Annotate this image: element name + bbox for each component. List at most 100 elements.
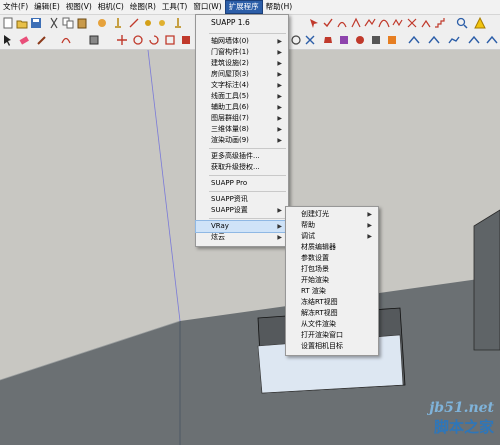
chevron-right-icon: ▶: [277, 71, 282, 78]
menu-item-suapp-pro[interactable]: SUAPP Pro: [196, 178, 288, 189]
zoom-icon[interactable]: [456, 17, 468, 29]
extensions-menu: SUAPP 1.6 轴网墙体(0) ▶ 门窗构件(1) ▶ 建筑设施(2) ▶ 房间屋…: [195, 14, 289, 247]
menu-tools[interactable]: 工具(T): [159, 0, 190, 14]
menu-item-axis-walls[interactable]: 轴网墙体(0) ▶: [196, 36, 288, 47]
menu-item-suapp-settings[interactable]: SUAPP设置 ▶: [196, 205, 288, 216]
menu-item-vray[interactable]: VRay ▶: [195, 220, 289, 233]
menu-separator: [209, 218, 286, 219]
material-icon[interactable]: [354, 34, 366, 46]
vray-rt-render[interactable]: RT 渲染: [286, 286, 378, 297]
chevron-right-icon: ▶: [277, 93, 282, 100]
arc-tool-icon[interactable]: [60, 34, 72, 46]
vray-unfreeze-rt-view[interactable]: 解冻RT视图: [286, 308, 378, 319]
menu-item-aux-tools[interactable]: 辅助工具(6) ▶: [196, 102, 288, 113]
menu-draw[interactable]: 绘图(R): [127, 0, 159, 14]
suapp-version-header: SUAPP 1.6: [211, 18, 250, 27]
orb-2-icon[interactable]: [156, 17, 168, 29]
style-icon[interactable]: [386, 34, 398, 46]
roof-2-icon[interactable]: [428, 34, 440, 46]
curve-icon[interactable]: [378, 17, 390, 29]
menu-item-text-annotation[interactable]: 文字标注(4) ▶: [196, 80, 288, 91]
menu-view[interactable]: 视图(V): [63, 0, 95, 14]
menu-item-suapp-news[interactable]: SUAPP资讯: [196, 194, 288, 205]
stairs-icon[interactable]: [434, 17, 446, 29]
vray-render-from-file[interactable]: 从文件渲染: [286, 319, 378, 330]
rectangle-tool-icon[interactable]: [88, 34, 100, 46]
roof-4-icon[interactable]: [468, 34, 480, 46]
chevron-right-icon: ▶: [277, 104, 282, 111]
fold-icon[interactable]: [364, 17, 376, 29]
menu-extensions[interactable]: 扩展程序: [224, 0, 263, 14]
copy-icon[interactable]: [62, 17, 74, 29]
eraser-icon[interactable]: [18, 34, 30, 46]
menu-window[interactable]: 窗口(W): [190, 0, 224, 14]
chevron-right-icon: ▶: [277, 126, 282, 133]
component-icon[interactable]: [338, 34, 350, 46]
cut-icon[interactable]: [48, 17, 60, 29]
menu-camera[interactable]: 相机(C): [95, 0, 127, 14]
menu-help[interactable]: 帮助(H): [263, 0, 296, 14]
angle-icon[interactable]: [350, 17, 362, 29]
menu-file[interactable]: 文件(F): [0, 0, 31, 14]
vray-create-lights[interactable]: 创建灯光 ▶: [286, 209, 378, 220]
orb-icon[interactable]: [142, 17, 154, 29]
vray-debug[interactable]: 调试 ▶: [286, 231, 378, 242]
sphere-icon[interactable]: [96, 17, 108, 29]
select-tool-icon[interactable]: [2, 34, 14, 46]
vray-freeze-rt-view[interactable]: 冻结RT视图: [286, 297, 378, 308]
chevron-right-icon: ▶: [277, 38, 282, 45]
warning-icon[interactable]: [474, 17, 486, 29]
paint-bucket-icon[interactable]: [322, 34, 334, 46]
arc-icon[interactable]: [336, 17, 348, 29]
pin-icon[interactable]: [112, 17, 124, 29]
roof-3-icon[interactable]: [448, 34, 460, 46]
menu-item-render-animation[interactable]: 渲染动画(9) ▶: [196, 135, 288, 146]
menu-item-get-license[interactable]: 获取升级授权...: [196, 162, 288, 173]
vray-submenu: 创建灯光 ▶ 帮助 ▶ 调试 ▶ 材质编辑器 参数设置 打包场景 开始渲染 RT 渲染…: [285, 206, 379, 356]
chevron-right-icon: ▶: [277, 49, 282, 56]
chevron-right-icon: ▶: [367, 222, 372, 229]
orbit-icon[interactable]: [290, 34, 302, 46]
chevron-right-icon: ▶: [277, 234, 282, 241]
zoom-extents-icon[interactable]: [304, 34, 316, 46]
menu-item-xuanyun[interactable]: 炫云 ▶: [196, 232, 288, 243]
paste-icon[interactable]: [76, 17, 88, 29]
offset-icon[interactable]: [180, 34, 192, 46]
vray-open-frame-buffer[interactable]: 打开渲染窗口: [286, 330, 378, 341]
shadow-icon[interactable]: [370, 34, 382, 46]
vray-start-render[interactable]: 开始渲染: [286, 275, 378, 286]
roof-5-icon[interactable]: [486, 34, 498, 46]
select-arrow-icon[interactable]: [308, 17, 320, 29]
menu-item-building-facilities[interactable]: 建筑设施(2) ▶: [196, 58, 288, 69]
menu-item-line-face-tools[interactable]: 线面工具(5) ▶: [196, 91, 288, 102]
roof-icon[interactable]: [408, 34, 420, 46]
save-icon[interactable]: [30, 17, 42, 29]
move-icon[interactable]: [132, 34, 144, 46]
menu-item-3d-massing[interactable]: 三维体量(8) ▶: [196, 124, 288, 135]
menu-item-layer-groups[interactable]: 图层群组(7) ▶: [196, 113, 288, 124]
cross-icon[interactable]: [406, 17, 418, 29]
vray-help[interactable]: 帮助 ▶: [286, 220, 378, 231]
menu-edit[interactable]: 编辑(E): [31, 0, 63, 14]
menu-item-more-plugins[interactable]: 更多高级插件...: [196, 151, 288, 162]
vray-material-editor[interactable]: 材质编辑器: [286, 242, 378, 253]
menu-item-doors-windows[interactable]: 门窗构件(1) ▶: [196, 47, 288, 58]
watermark-home: 脚本之家: [433, 418, 494, 436]
vray-pack-scene[interactable]: 打包场景: [286, 264, 378, 275]
pencil-icon[interactable]: [36, 34, 48, 46]
menu-item-room-roof[interactable]: 房间屋顶(3) ▶: [196, 69, 288, 80]
open-icon[interactable]: [16, 17, 28, 29]
check-icon[interactable]: [322, 17, 334, 29]
zigzag-icon[interactable]: [392, 17, 404, 29]
rotate-icon[interactable]: [148, 34, 160, 46]
push-pull-icon[interactable]: [116, 34, 128, 46]
vray-set-camera-target[interactable]: 设置相机目标: [286, 341, 378, 352]
bend-icon[interactable]: [420, 17, 432, 29]
scale-icon[interactable]: [164, 34, 176, 46]
watermark-site: jb51.net: [429, 400, 494, 416]
new-file-icon[interactable]: [2, 17, 14, 29]
pin-2-icon[interactable]: [172, 17, 184, 29]
chevron-right-icon: ▶: [277, 115, 282, 122]
vray-options[interactable]: 参数设置: [286, 253, 378, 264]
line-tool-icon[interactable]: [128, 17, 140, 29]
